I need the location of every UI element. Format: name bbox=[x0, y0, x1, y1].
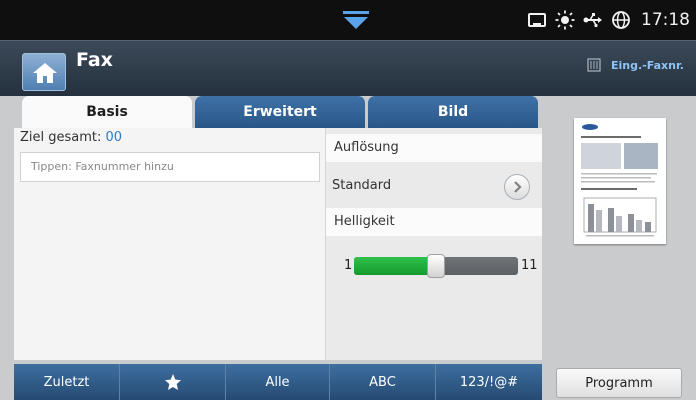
resolution-arrow-button[interactable] bbox=[504, 174, 530, 200]
fax-number-input[interactable]: Tippen: Faxnummer hinzu bbox=[20, 152, 320, 182]
brightness-max-label: 11 bbox=[521, 258, 538, 273]
chevron-right-icon bbox=[514, 181, 522, 193]
favorites-button[interactable] bbox=[120, 364, 226, 400]
brightness-slider[interactable] bbox=[354, 254, 518, 278]
address-book-bar: Zuletzt Alle ABC 123/!@# bbox=[14, 364, 542, 400]
recipient-count-label: Ziel gesamt: bbox=[20, 130, 102, 145]
recipient-count: Ziel gesamt: 00 bbox=[20, 130, 122, 145]
document-thumbnail bbox=[581, 124, 658, 237]
usb-icon bbox=[583, 13, 602, 28]
resolution-heading: Auflösung bbox=[326, 134, 542, 162]
incoming-label[interactable]: Eing.-Faxnr. bbox=[611, 59, 684, 72]
display-icon bbox=[528, 13, 546, 27]
notification-pulldown-icon[interactable] bbox=[341, 9, 371, 31]
recent-button[interactable]: Zuletzt bbox=[14, 364, 120, 400]
recipient-panel: Ziel gesamt: 00 Tippen: Faxnummer hinzu bbox=[14, 128, 326, 360]
clock: 17:18 bbox=[641, 10, 690, 30]
tab-bar: Basis Erweitert Bild bbox=[22, 96, 538, 128]
status-icons: 17:18 bbox=[527, 0, 690, 40]
numeric-symbols-button[interactable]: 123/!@# bbox=[436, 364, 542, 400]
abc-button[interactable]: ABC bbox=[330, 364, 436, 400]
fax-memory-icon bbox=[587, 58, 601, 72]
page-title: Fax bbox=[76, 49, 113, 71]
resolution-value: Standard bbox=[332, 178, 392, 193]
incoming-fax-number[interactable]: Eing.-Faxnr. bbox=[587, 58, 684, 72]
home-button[interactable] bbox=[22, 53, 66, 91]
tab-basis[interactable]: Basis bbox=[22, 96, 192, 128]
program-button[interactable]: Programm bbox=[556, 368, 682, 398]
brightness-slider-fill bbox=[354, 257, 436, 275]
tab-erweitert[interactable]: Erweitert bbox=[195, 96, 365, 128]
sun-icon bbox=[555, 10, 575, 30]
resolution-row[interactable]: Standard bbox=[326, 171, 542, 203]
settings-panel: Auflösung Standard Helligkeit bbox=[326, 128, 542, 360]
brightness-slider-thumb[interactable] bbox=[427, 254, 445, 278]
tab-bild[interactable]: Bild bbox=[368, 96, 538, 128]
title-bar: Fax Eing.-Faxnr. bbox=[0, 40, 696, 96]
globe-icon bbox=[612, 11, 630, 29]
brightness-min-label: 1 bbox=[344, 258, 353, 273]
recipient-count-value: 00 bbox=[105, 130, 123, 145]
brightness-heading: Helligkeit bbox=[326, 208, 542, 236]
home-icon bbox=[33, 63, 57, 83]
star-icon bbox=[164, 374, 181, 390]
all-button[interactable]: Alle bbox=[226, 364, 330, 400]
document-preview bbox=[574, 118, 666, 244]
status-bar: 17:18 bbox=[0, 0, 696, 40]
